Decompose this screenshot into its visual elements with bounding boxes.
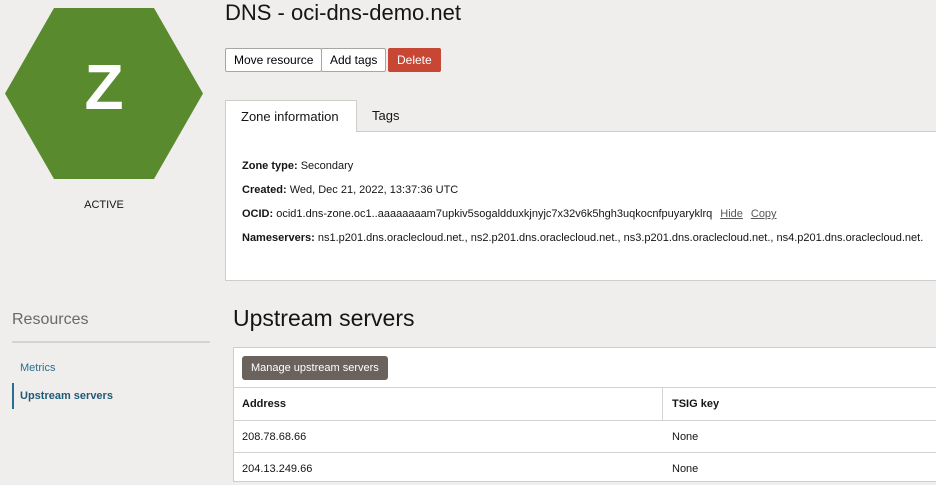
- copy-link[interactable]: Copy: [751, 208, 777, 220]
- sidebar-item-upstream-servers[interactable]: Upstream servers: [20, 390, 113, 402]
- address-cell: 208.78.68.66: [242, 431, 307, 443]
- column-header-address[interactable]: Address: [242, 388, 286, 420]
- tab-tags[interactable]: Tags: [357, 100, 414, 132]
- sidebar-item-metrics[interactable]: Metrics: [20, 362, 55, 374]
- resources-heading: Resources: [12, 311, 89, 328]
- table-row: 204.13.249.66 None: [234, 452, 936, 484]
- nameservers-label: Nameservers:: [242, 232, 315, 244]
- created-value: Wed, Dec 21, 2022, 13:37:36 UTC: [289, 184, 459, 196]
- resource-status: ACTIVE: [84, 199, 124, 211]
- ocid-value: ocid1.dns-zone.oc1..aaaaaaaam7upkiv5soga…: [276, 208, 713, 220]
- resource-letter: Z: [84, 51, 124, 123]
- tsig-key-cell: None: [672, 463, 699, 475]
- move-resource-button[interactable]: Move resource: [225, 48, 323, 72]
- hide-link[interactable]: Hide: [720, 208, 743, 220]
- delete-button[interactable]: Delete: [388, 48, 441, 72]
- tab-zone-information[interactable]: Zone information: [225, 100, 357, 132]
- active-indicator: [12, 383, 14, 409]
- table-header: Address TSIG key: [234, 387, 936, 420]
- zone-type-value: Secondary: [300, 160, 354, 172]
- ocid-label: OCID:: [242, 208, 274, 220]
- column-header-tsig-key[interactable]: TSIG key: [672, 388, 719, 420]
- table-row: 208.78.68.66 None: [234, 420, 936, 452]
- zone-info-panel: Zone type: Secondary Created: Wed, Dec 2…: [225, 131, 936, 281]
- upstream-servers-table: Manage upstream servers Address TSIG key…: [233, 347, 936, 482]
- nameservers-value: ns1.p201.dns.oraclecloud.net., ns2.p201.…: [317, 232, 924, 244]
- zone-type-label: Zone type:: [242, 160, 298, 172]
- upstream-servers-heading: Upstream servers: [233, 305, 415, 331]
- created-label: Created:: [242, 184, 287, 196]
- address-cell: 204.13.249.66: [242, 463, 313, 475]
- resources-divider: [12, 341, 210, 343]
- page-title: DNS - oci-dns-demo.net: [225, 0, 461, 25]
- manage-upstream-servers-button[interactable]: Manage upstream servers: [242, 356, 388, 380]
- tsig-key-cell: None: [672, 431, 699, 443]
- add-tags-button[interactable]: Add tags: [321, 48, 387, 72]
